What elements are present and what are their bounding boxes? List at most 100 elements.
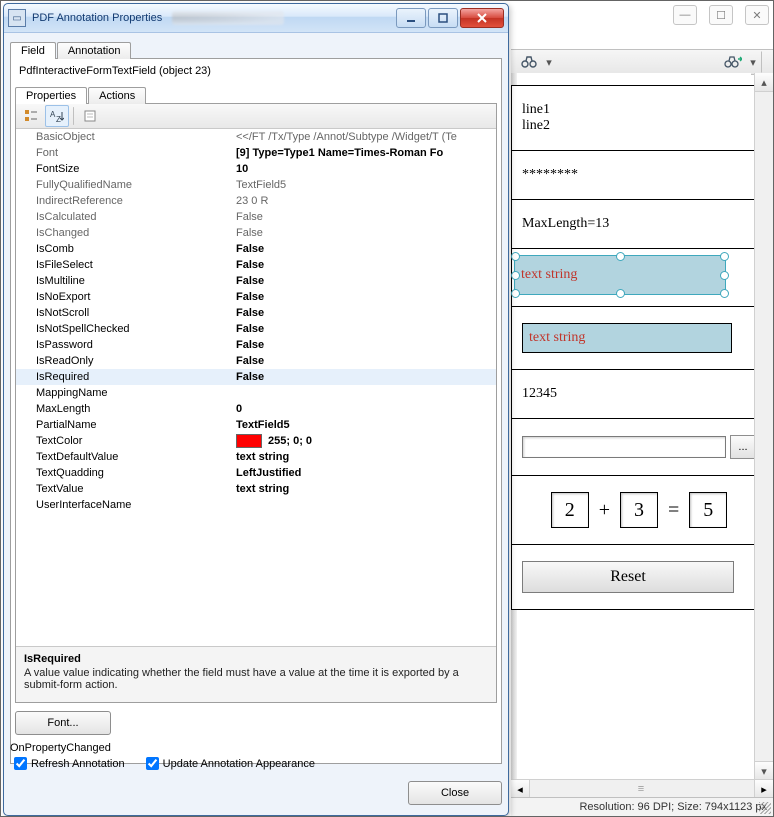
prop-value[interactable]: text string — [236, 483, 496, 495]
resize-handle-icon[interactable] — [720, 289, 729, 298]
text-field-cell[interactable]: text string — [511, 307, 767, 370]
tab-actions[interactable]: Actions — [88, 87, 146, 104]
prop-value[interactable]: False — [236, 291, 496, 303]
resize-handle-icon[interactable] — [720, 252, 729, 261]
resize-handle-icon[interactable] — [616, 289, 625, 298]
prop-row-isnotscroll[interactable]: IsNotScrollFalse — [16, 305, 496, 321]
dialog-titlebar[interactable]: ▭ PDF Annotation Properties — [4, 4, 508, 33]
prop-value[interactable]: False — [236, 211, 496, 223]
prop-value[interactable]: text string — [236, 451, 496, 463]
browse-input[interactable] — [522, 436, 726, 458]
password-field-cell[interactable]: ******** — [511, 151, 767, 200]
prop-value[interactable]: [9] Type=Type1 Name=Times-Roman Fo — [236, 147, 496, 159]
prop-row-font[interactable]: Font[9] Type=Type1 Name=Times-Roman Fo — [16, 145, 496, 161]
dialog-close-button[interactable] — [460, 8, 504, 28]
prop-row-textvalue[interactable]: TextValuetext string — [16, 481, 496, 497]
prop-value[interactable]: <</FT /Tx/Type /Annot/Subtype /Widget/T … — [236, 131, 496, 143]
text-field-box[interactable]: text string — [522, 323, 732, 353]
prop-value[interactable]: False — [236, 339, 496, 351]
resize-handle-icon[interactable] — [720, 271, 729, 280]
font-button[interactable]: Font... — [15, 711, 111, 735]
binoculars-icon[interactable] — [517, 51, 541, 73]
prop-value[interactable]: TextField5 — [236, 179, 496, 191]
refresh-annotation-checkbox[interactable]: Refresh Annotation — [10, 754, 125, 773]
prop-row-basicobject[interactable]: BasicObject<</FT /Tx/Type /Annot/Subtype… — [16, 129, 496, 145]
maxlength-field-cell[interactable]: MaxLength=13 — [511, 200, 767, 249]
prop-value[interactable]: 0 — [236, 403, 496, 415]
property-grid[interactable]: BasicObject<</FT /Tx/Type /Annot/Subtype… — [16, 129, 496, 646]
vertical-scrollbar[interactable]: ▴ ▾ — [754, 73, 773, 780]
prop-row-isfileselect[interactable]: IsFileSelectFalse — [16, 257, 496, 273]
resize-handle-icon[interactable] — [616, 252, 625, 261]
prop-row-iscomb[interactable]: IsCombFalse — [16, 241, 496, 257]
main-minimize-button[interactable]: — — [673, 5, 697, 25]
binoculars-arrow-icon[interactable] — [721, 51, 745, 73]
selected-annotation[interactable]: text string — [514, 255, 726, 295]
update-annotation-input[interactable] — [146, 757, 159, 770]
prop-value[interactable]: False — [236, 355, 496, 367]
main-close-button[interactable]: ✕ — [745, 5, 769, 25]
calc-result[interactable]: 5 — [689, 492, 727, 528]
calc-input-a[interactable]: 2 — [551, 492, 589, 528]
resize-handle-icon[interactable] — [511, 271, 520, 280]
prop-value[interactable]: False — [236, 227, 496, 239]
prop-row-fullyqualifiedname[interactable]: FullyQualifiedNameTextField5 — [16, 177, 496, 193]
prop-row-isnoexport[interactable]: IsNoExportFalse — [16, 289, 496, 305]
prop-row-fontsize[interactable]: FontSize10 — [16, 161, 496, 177]
prop-row-textdefaultvalue[interactable]: TextDefaultValuetext string — [16, 449, 496, 465]
prop-row-partialname[interactable]: PartialNameTextField5 — [16, 417, 496, 433]
prop-value[interactable]: 255; 0; 0 — [236, 434, 496, 448]
toolbar-dropdown2-icon[interactable]: ▾ — [749, 56, 757, 69]
calc-input-b[interactable]: 3 — [620, 492, 658, 528]
categorized-icon[interactable] — [19, 105, 43, 127]
multiline-field-cell[interactable]: line1 line2 — [511, 85, 767, 151]
resize-grip-icon[interactable] — [759, 802, 771, 814]
tab-properties[interactable]: Properties — [15, 87, 87, 104]
prop-row-mappingname[interactable]: MappingName — [16, 385, 496, 401]
tab-field[interactable]: Field — [10, 42, 56, 59]
horizontal-scrollbar[interactable]: ◂ ≡ ▸ — [511, 779, 773, 798]
resize-handle-icon[interactable] — [511, 252, 520, 261]
scroll-up-icon[interactable]: ▴ — [755, 73, 773, 92]
prop-row-textcolor[interactable]: TextColor255; 0; 0 — [16, 433, 496, 449]
prop-value[interactable]: 10 — [236, 163, 496, 175]
prop-value[interactable]: LeftJustified — [236, 467, 496, 479]
alphabetical-icon[interactable]: AZ — [45, 105, 69, 127]
scroll-grip-icon[interactable]: ≡ — [530, 783, 754, 795]
prop-value[interactable]: False — [236, 275, 496, 287]
dialog-minimize-button[interactable] — [396, 8, 426, 28]
scroll-right-icon[interactable]: ▸ — [754, 780, 773, 798]
prop-value[interactable]: False — [236, 259, 496, 271]
prop-row-textquadding[interactable]: TextQuaddingLeftJustified — [16, 465, 496, 481]
tab-annotation[interactable]: Annotation — [57, 42, 132, 59]
update-annotation-checkbox[interactable]: Update Annotation Appearance — [142, 754, 315, 773]
property-pages-icon[interactable] — [78, 105, 102, 127]
refresh-annotation-input[interactable] — [14, 757, 27, 770]
prop-row-isreadonly[interactable]: IsReadOnlyFalse — [16, 353, 496, 369]
prop-row-isnotspellchecked[interactable]: IsNotSpellCheckedFalse — [16, 321, 496, 337]
prop-row-ischanged[interactable]: IsChangedFalse — [16, 225, 496, 241]
scroll-left-icon[interactable]: ◂ — [511, 780, 530, 798]
prop-row-ispassword[interactable]: IsPasswordFalse — [16, 337, 496, 353]
resize-handle-icon[interactable] — [511, 289, 520, 298]
prop-value[interactable]: TextField5 — [236, 419, 496, 431]
prop-value[interactable]: 23 0 R — [236, 195, 496, 207]
prop-row-maxlength[interactable]: MaxLength0 — [16, 401, 496, 417]
toolbar-dropdown-icon[interactable]: ▾ — [545, 56, 553, 69]
reset-button[interactable]: Reset — [522, 561, 734, 593]
browse-button[interactable]: ... — [730, 435, 756, 459]
prop-row-isrequired[interactable]: IsRequiredFalse — [16, 369, 496, 385]
close-button[interactable]: Close — [408, 781, 502, 805]
prop-value[interactable]: False — [236, 371, 496, 383]
prop-row-iscalculated[interactable]: IsCalculatedFalse — [16, 209, 496, 225]
prop-value[interactable]: False — [236, 307, 496, 319]
selected-field-cell[interactable]: text string — [511, 249, 767, 307]
main-maximize-button[interactable]: ☐ — [709, 5, 733, 25]
prop-row-ismultiline[interactable]: IsMultilineFalse — [16, 273, 496, 289]
pdf-canvas[interactable]: line1 line2 ******** MaxLength=13 text s… — [517, 73, 751, 780]
prop-row-indirectreference[interactable]: IndirectReference23 0 R — [16, 193, 496, 209]
prop-value[interactable]: False — [236, 323, 496, 335]
prop-row-userinterfacename[interactable]: UserInterfaceName — [16, 497, 496, 513]
scroll-down-icon[interactable]: ▾ — [755, 761, 773, 780]
number-field-cell[interactable]: 12345 — [511, 370, 767, 419]
